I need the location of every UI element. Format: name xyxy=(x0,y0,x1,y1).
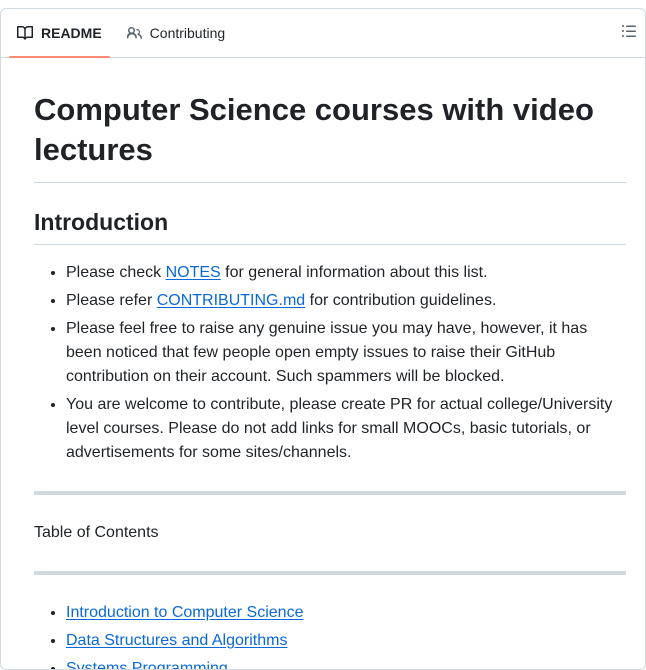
contributing-link[interactable]: CONTRIBUTING.md xyxy=(157,292,305,309)
horizontal-rule xyxy=(34,491,626,495)
tab-contributing-label: Contributing xyxy=(149,25,226,41)
readme-tab-bar: README Contributing xyxy=(1,9,645,58)
outline-button[interactable] xyxy=(617,21,641,45)
notes-link[interactable]: NOTES xyxy=(166,264,221,281)
tab-readme[interactable]: README xyxy=(9,9,110,58)
toc-link-systems[interactable]: Systems Programming xyxy=(66,660,228,669)
list-item: Please check NOTES for general informati… xyxy=(66,261,626,285)
introduction-list: Please check NOTES for general informati… xyxy=(34,261,626,465)
toc-label: Table of Contents xyxy=(34,524,159,541)
list-item: Please feel free to raise any genuine is… xyxy=(66,317,626,389)
people-icon xyxy=(126,25,142,41)
toc-link-intro-cs[interactable]: Introduction to Computer Science xyxy=(66,604,303,621)
tab-readme-label: README xyxy=(41,25,102,41)
list-item: You are welcome to contribute, please cr… xyxy=(66,393,626,465)
toc-list: Introduction to Computer Science Data St… xyxy=(34,601,626,669)
book-icon xyxy=(17,25,33,41)
page-title: Computer Science courses with video lect… xyxy=(34,90,626,183)
toc-item: Introduction to Computer Science xyxy=(66,601,626,625)
tab-contributing[interactable]: Contributing xyxy=(118,9,234,57)
horizontal-rule xyxy=(34,571,626,575)
list-item: Please refer CONTRIBUTING.md for contrib… xyxy=(66,289,626,313)
toc-link-dsa[interactable]: Data Structures and Algorithms xyxy=(66,632,287,649)
list-unordered-icon xyxy=(621,23,637,44)
readme-content: Computer Science courses with video lect… xyxy=(1,90,645,669)
readme-panel: README Contributing Computer Science cou… xyxy=(0,8,646,670)
toc-item: Systems Programming xyxy=(66,657,626,669)
toc-item: Data Structures and Algorithms xyxy=(66,629,626,653)
introduction-heading: Introduction xyxy=(34,207,626,245)
